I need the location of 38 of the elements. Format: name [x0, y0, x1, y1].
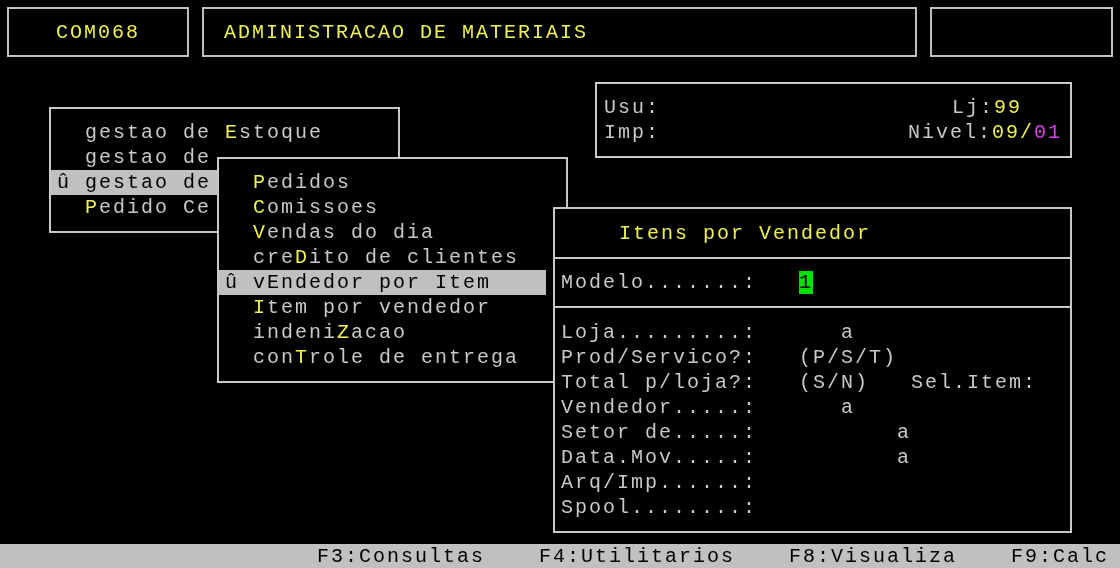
- session-value: 09/01: [991, 120, 1062, 145]
- session-label: Imp:: [604, 120, 660, 145]
- session-label: Nivel:: [907, 120, 992, 145]
- field-label: Vendedor.....:: [561, 395, 758, 420]
- field-label: Setor de.....:: [561, 420, 758, 445]
- menu-item[interactable]: conTrole de entrega: [219, 345, 546, 370]
- form-title: Itens por Vendedor: [555, 209, 1070, 259]
- field-value[interactable]: a: [897, 445, 912, 470]
- function-key[interactable]: F4:Utilitarios: [538, 544, 735, 568]
- function-key[interactable]: F8:Visualiza: [788, 544, 957, 568]
- session-label: Usu:: [604, 95, 660, 120]
- field-label: Prod/Servico?:: [561, 345, 758, 370]
- menu-item[interactable]: gestao de Estoque: [51, 120, 378, 145]
- menu-item[interactable]: Vendas do dia: [219, 220, 546, 245]
- session-value: 99: [994, 95, 1022, 120]
- field-value[interactable]: a: [841, 395, 856, 420]
- system-title: ADMINISTRACAO DE MATERIAIS: [202, 7, 917, 57]
- field-label: Total p/loja?:: [561, 370, 758, 395]
- menu-item[interactable]: Comissoes: [219, 195, 546, 220]
- field-value[interactable]: a: [841, 320, 856, 345]
- field-label: Sel.Item:: [911, 370, 1038, 395]
- field-value[interactable]: a: [897, 420, 912, 445]
- field-label: Data.Mov.....:: [561, 445, 758, 470]
- function-key[interactable]: F3:Consultas: [316, 544, 485, 568]
- menu-item[interactable]: indeniZacao: [219, 320, 546, 345]
- field-label: Arq/Imp......:: [561, 470, 758, 495]
- field-label: Modelo.......:: [561, 271, 758, 294]
- menu-item[interactable]: û vEndedor por Item: [219, 270, 546, 295]
- field-label: Spool........:: [561, 495, 758, 520]
- menu-item[interactable]: creDito de clientes: [219, 245, 546, 270]
- field-label: Loja.........:: [561, 320, 758, 345]
- menu-item[interactable]: I tem por vendedor: [219, 295, 546, 320]
- field-value[interactable]: (S/N): [799, 370, 870, 395]
- model-field[interactable]: 1: [799, 271, 814, 294]
- session-label: Lj:: [951, 95, 994, 120]
- function-key[interactable]: F9:Calc: [1011, 544, 1109, 568]
- program-code: COM068: [7, 7, 189, 57]
- field-value[interactable]: (P/S/T): [799, 345, 898, 370]
